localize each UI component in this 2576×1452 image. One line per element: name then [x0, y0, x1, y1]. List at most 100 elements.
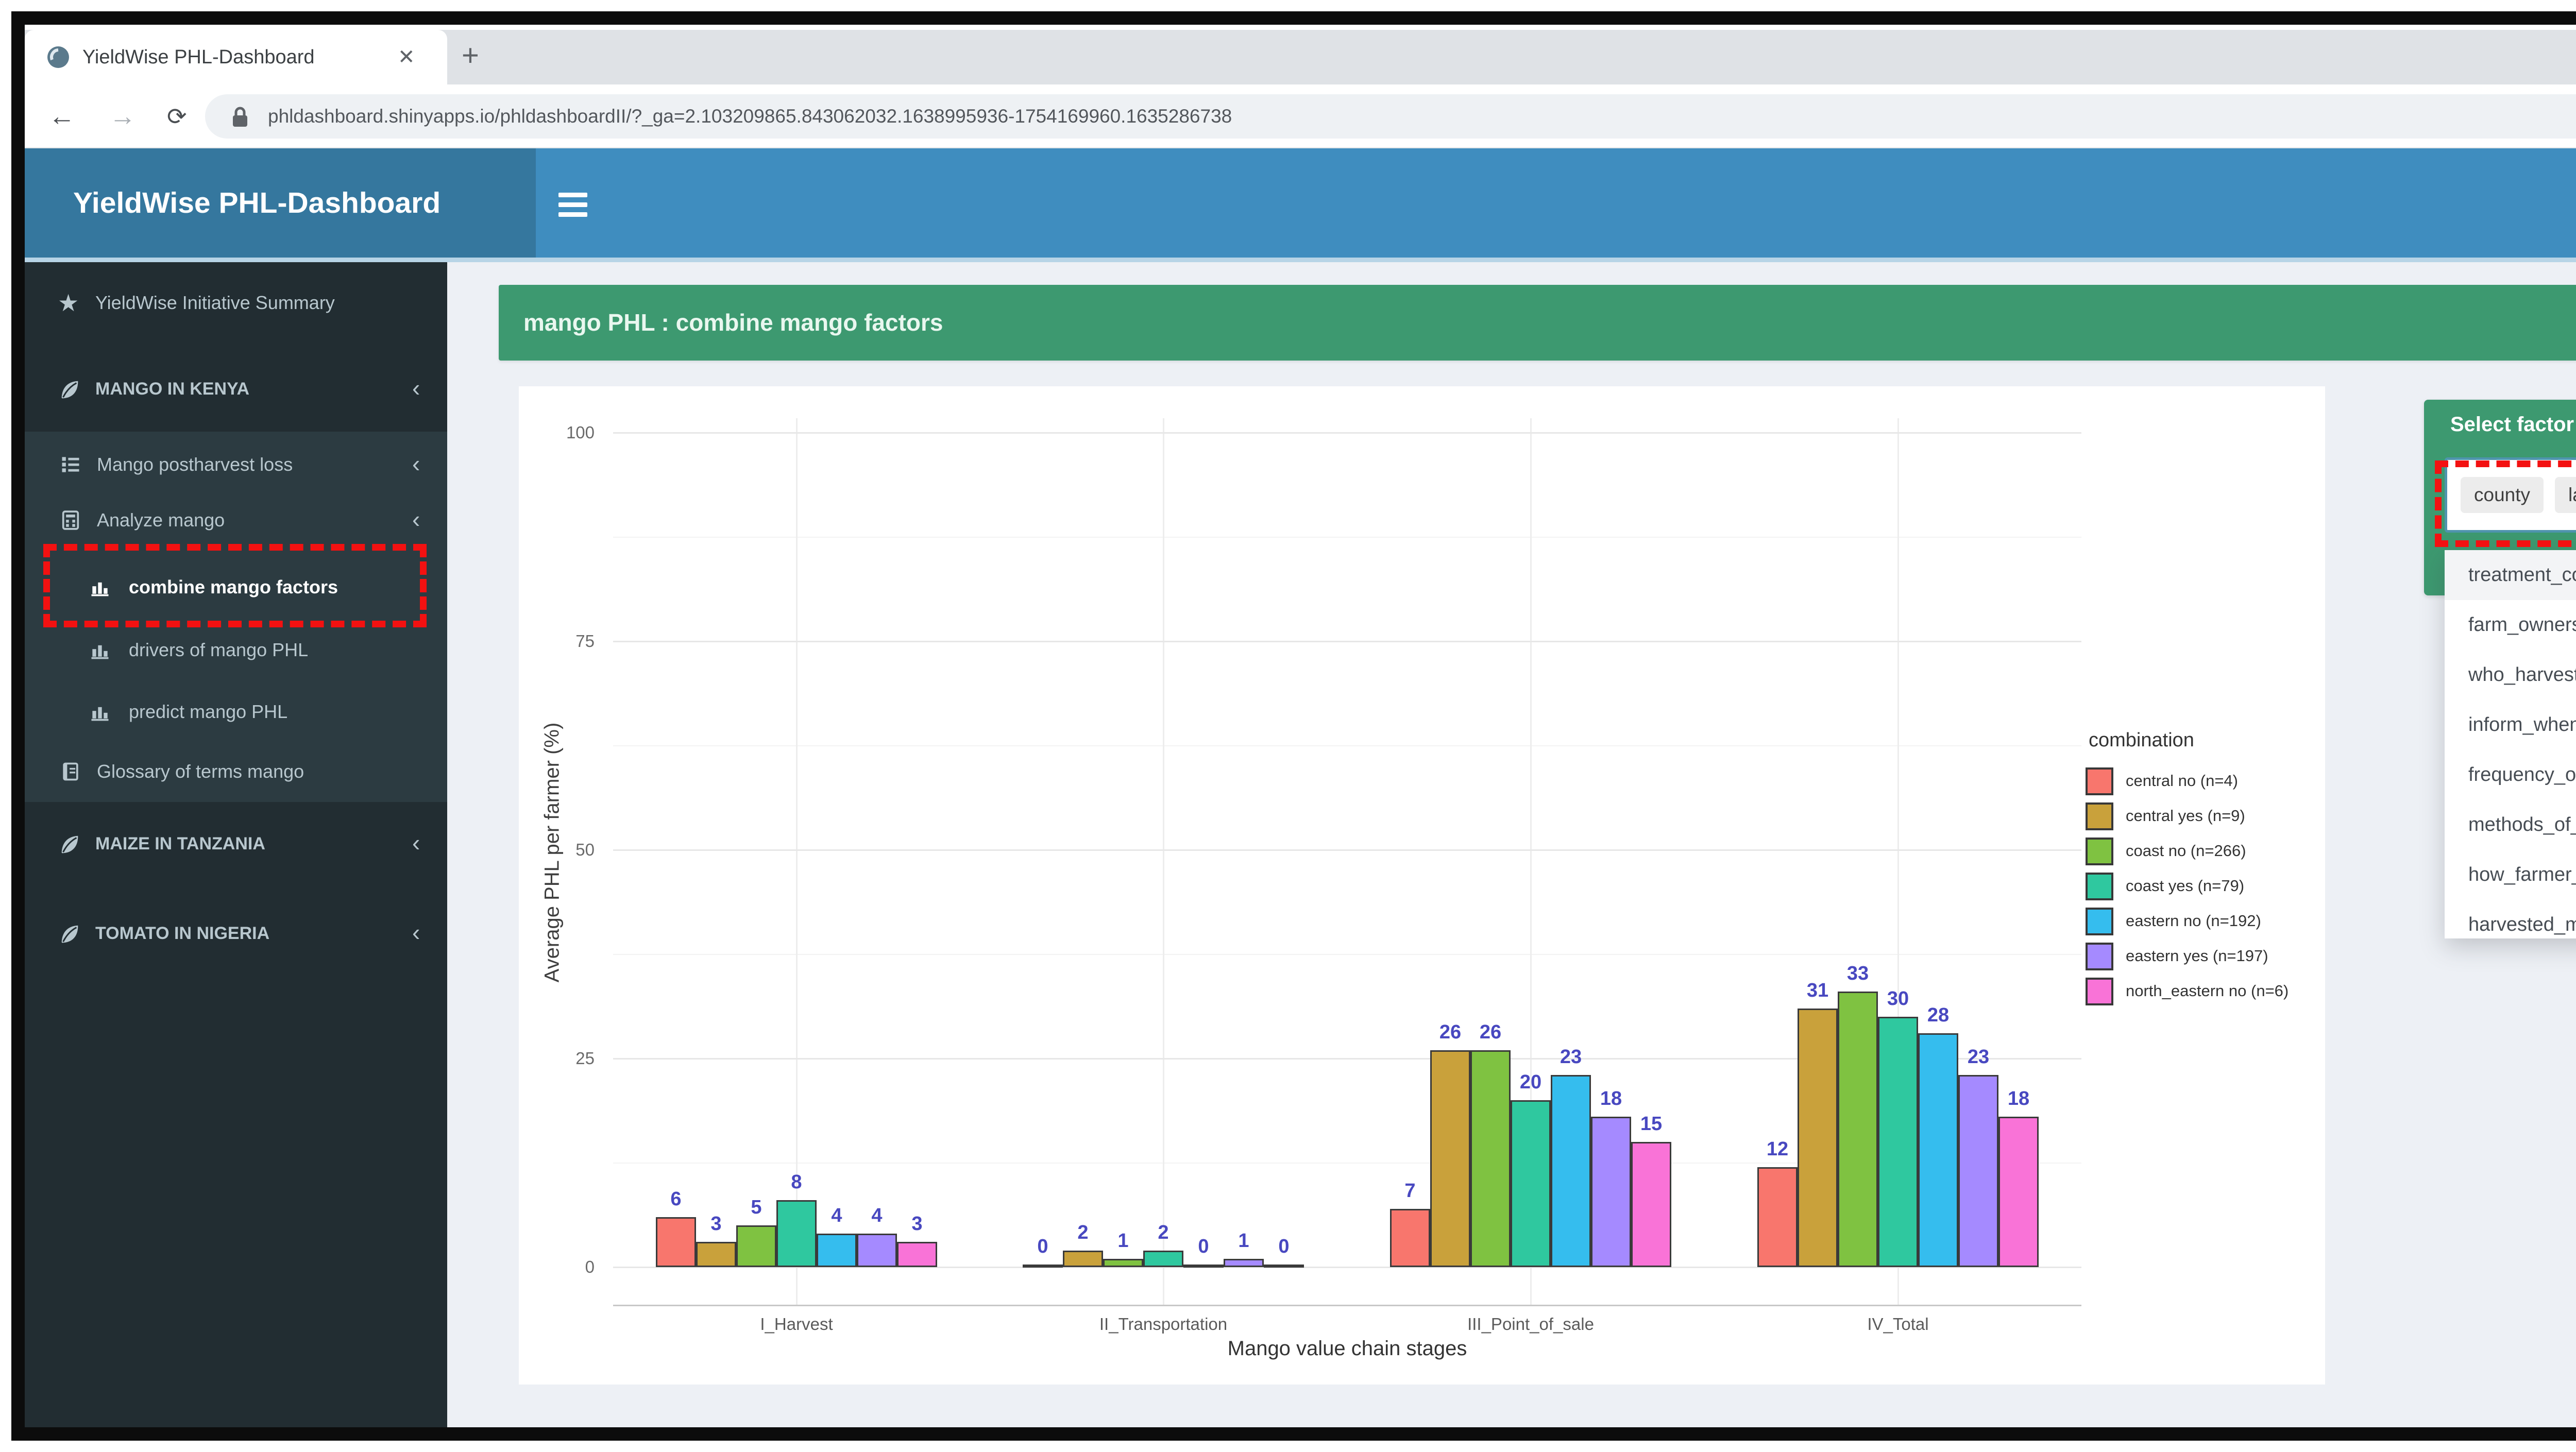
bar-value-label: 26 — [1449, 1021, 1532, 1044]
factor-option-who_harvested_mango[interactable]: who_harvested_mango — [2445, 650, 2576, 700]
x-tick-label: II_Transportation — [998, 1314, 1328, 1334]
sidebar-item-yieldwise-initiative-summary[interactable]: ★YieldWise Initiative Summary — [25, 280, 447, 326]
bar-north_eastern-no-IV_Total — [1998, 1117, 2039, 1267]
legend-swatch — [2086, 943, 2113, 970]
bar-value-label: 8 — [755, 1171, 838, 1193]
browser-top-band — [25, 25, 2576, 30]
bar-central-yes-I_Harvest — [696, 1242, 736, 1267]
factor-option-how_farmer_identified_buyer[interactable]: how_farmer_identified_buyer — [2445, 850, 2576, 900]
bar-coast-yes-IV_Total — [1878, 1017, 1918, 1267]
tab-close-icon[interactable]: ✕ — [398, 30, 415, 84]
sidebar-item-maize-in-tanzania[interactable]: MAIZE IN TANZANIA ‹ — [25, 821, 447, 867]
legend-entry-label: coast no (n=266) — [2126, 842, 2246, 860]
legend-entry-label: eastern no (n=192) — [2126, 912, 2261, 930]
leaf-icon — [58, 832, 81, 856]
legend-swatch — [2086, 838, 2113, 865]
bar-north_eastern-no-I_Harvest — [897, 1242, 937, 1267]
bar-value-label: 28 — [1897, 1004, 1979, 1027]
sidebar-item-drivers-of-mango-phl[interactable]: drivers of mango PHL — [25, 627, 447, 673]
legend-entry-label: eastern yes (n=197) — [2126, 947, 2268, 965]
app-brand-title: YieldWise PHL-Dashboard — [73, 148, 440, 258]
tab-title: YieldWise PHL-Dashboard — [82, 30, 315, 84]
leaf-icon — [58, 378, 81, 401]
y-tick-label: 75 — [543, 631, 595, 651]
gridline-vertical — [1163, 418, 1164, 1306]
app-header-bar — [536, 148, 2576, 258]
gridline-minor — [613, 745, 2081, 746]
legend-entry-label: coast yes (n=79) — [2126, 877, 2244, 895]
list-icon — [59, 453, 83, 477]
factor-option-harvested_mango_graded[interactable]: harvested_mango_graded — [2445, 900, 2576, 938]
sidebar-item-tomato-in-nigeria[interactable]: TOMATO IN NIGERIA‹ — [25, 910, 447, 956]
sidebar-item-label: TOMATO IN NIGERIA — [95, 910, 269, 956]
legend-title: combination — [2089, 729, 2194, 751]
factor-option-frequency_of_harvest[interactable]: frequency_of_harvest — [2445, 750, 2576, 800]
legend-swatch — [2086, 767, 2113, 795]
y-tick-label: 25 — [543, 1049, 595, 1068]
factor-option-inform_when_to_harvest[interactable]: inform_when_to_harvest — [2445, 700, 2576, 750]
bar-value-label: 23 — [1530, 1046, 1612, 1068]
factor-option-farm_ownership[interactable]: farm_ownership — [2445, 600, 2576, 650]
x-tick-label: I_Harvest — [632, 1314, 961, 1334]
factor-option-treatment_control[interactable]: treatment_control — [2445, 550, 2576, 600]
bar-coast-no-I_Harvest — [736, 1225, 776, 1267]
sidebar-item-mango-postharvest-loss[interactable]: Mango postharvest loss‹ — [25, 441, 447, 488]
bar-north_eastern-no-II_Transportation — [1264, 1265, 1304, 1268]
chevron-left-icon: ‹ — [412, 821, 420, 867]
reload-button[interactable]: ⟳ — [167, 84, 187, 148]
new-tab-button[interactable]: + — [462, 30, 479, 84]
bar-value-label: 33 — [1817, 963, 1899, 985]
bar-value-label: 18 — [1570, 1088, 1652, 1110]
chevron-left-icon: ‹ — [412, 366, 420, 412]
legend-entry-label: central no (n=4) — [2126, 772, 2238, 790]
legend-swatch — [2086, 873, 2113, 900]
sidebar-item-label: YieldWise Initiative Summary — [95, 280, 335, 326]
legend-swatch — [2086, 978, 2113, 1005]
bar-eastern-yes-III_Point_of_sale — [1591, 1117, 1631, 1267]
screenshot-root: YieldWise PHL-Dashboard ✕ + ← → ⟳ phldas… — [0, 0, 2576, 1452]
sidebar-item-label: MAIZE IN TANZANIA — [95, 821, 265, 867]
x-tick-label: III_Point_of_sale — [1366, 1314, 1696, 1334]
sidebar-item-mango-in-kenya[interactable]: MANGO IN KENYA‹ — [25, 366, 447, 412]
gridline-major — [613, 849, 2081, 851]
bar-value-label: 6 — [635, 1188, 717, 1210]
bar-value-label: 0 — [1243, 1236, 1325, 1258]
sidebar-item-glossary-of-terms-mango[interactable]: Glossary of terms mango — [25, 748, 447, 795]
bar-eastern-yes-I_Harvest — [857, 1234, 897, 1267]
bar-central-no-III_Point_of_sale — [1390, 1209, 1430, 1267]
gridline-minor — [613, 954, 2081, 955]
legend-swatch — [2086, 802, 2113, 830]
bar-coast-yes-III_Point_of_sale — [1511, 1100, 1551, 1267]
gridline-minor — [613, 537, 2081, 538]
leaf-icon — [58, 922, 81, 946]
annotation-box-sidebar — [43, 544, 427, 627]
y-tick-label: 0 — [543, 1257, 595, 1277]
back-button[interactable]: ← — [48, 84, 75, 148]
forward-button[interactable]: → — [109, 84, 136, 148]
bar-value-label: 18 — [1977, 1088, 2060, 1110]
bar-eastern-yes-II_Transportation — [1224, 1259, 1264, 1267]
bar-chart-icon — [89, 701, 112, 724]
bar-central-no-IV_Total — [1757, 1167, 1798, 1267]
annotation-box-input — [2435, 460, 2576, 547]
factor-option-methods_of_harvest[interactable]: methods_of_harvest — [2445, 800, 2576, 850]
bar-coast-no-IV_Total — [1838, 992, 1878, 1267]
gridline-major — [613, 641, 2081, 642]
sidebar-item-predict-mango-phl[interactable]: predict mango PHL — [25, 689, 447, 735]
chart-legend: combination central no (n=4)central yes … — [2086, 729, 2325, 1038]
select-factor-label: Select factor — [2450, 413, 2574, 436]
chevron-left-icon: ‹ — [412, 441, 420, 488]
bar-central-yes-II_Transportation — [1063, 1251, 1103, 1267]
bar-north_eastern-no-III_Point_of_sale — [1631, 1142, 1671, 1267]
bar-value-label: 23 — [1937, 1046, 2020, 1068]
y-axis-title: Average PHL per farmer (%) — [541, 723, 564, 983]
bar-central-no-II_Transportation — [1023, 1265, 1063, 1268]
sidebar-item-analyze-mango[interactable]: Analyze mango‹ — [25, 497, 447, 543]
bar-eastern-no-IV_Total — [1918, 1033, 1958, 1267]
sidebar-item-label: predict mango PHL — [129, 689, 287, 735]
x-tick-label: IV_Total — [1733, 1314, 2063, 1334]
x-axis-line — [613, 1305, 2081, 1306]
tab-favicon-icon — [45, 44, 71, 70]
x-axis-title: Mango value chain stages — [1228, 1337, 1467, 1360]
sidebar-toggle-hamburger-icon[interactable] — [558, 193, 589, 223]
